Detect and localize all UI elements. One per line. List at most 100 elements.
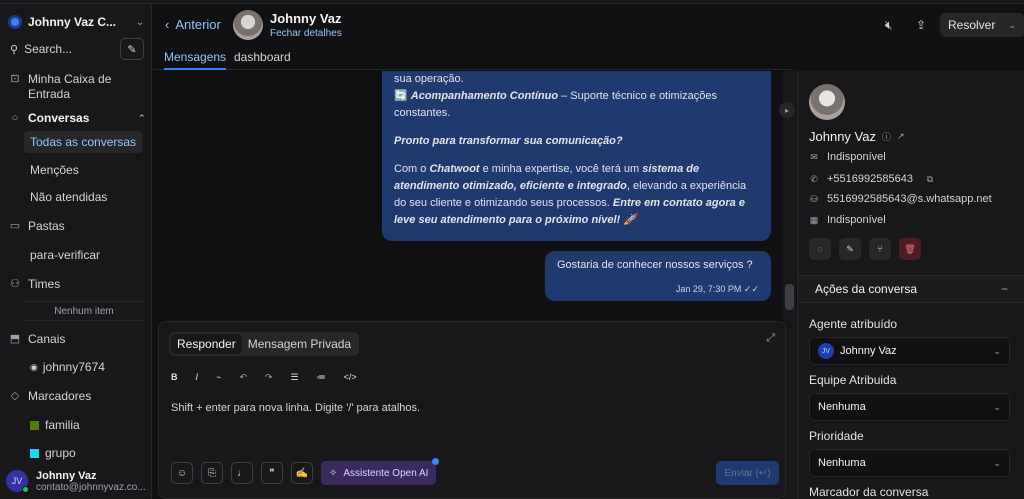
outgoing-message: Gostaria de conhecer nossos serviços ? J… <box>545 251 771 301</box>
message-input[interactable]: Shift + enter para nova linha. Digite '/… <box>171 402 420 414</box>
sidebar-item-label: Conversas <box>28 111 90 125</box>
chat-bubble-icon: ○ <box>11 112 19 124</box>
microphone-icon[interactable]: ♩ <box>231 462 253 484</box>
refresh-emoji: 🔄 <box>394 90 408 102</box>
whatsapp-id-text: 5516992585643@s.whatsapp.net <box>827 193 992 205</box>
sidebar-item-channel-johnny7674[interactable]: ◉ johnny7674 <box>24 356 111 378</box>
resolve-button[interactable]: Resolver ⌄ <box>940 13 1024 37</box>
priority-select[interactable]: Nenhuma ⌄ <box>809 449 1010 477</box>
close-details-link[interactable]: Fechar detalhes <box>270 28 342 39</box>
delete-contact-icon[interactable]: 🗑︎ <box>899 238 921 260</box>
sidebar-item-label: Não atendidas <box>30 190 108 204</box>
compose-button[interactable]: ✎ <box>120 38 144 60</box>
send-button[interactable]: Enviar (↵) <box>716 461 779 485</box>
reply-composer: Responder Mensagem Privada ⤢ B I ⌁ ↶ ↷ ☰… <box>158 321 786 499</box>
back-label: Anterior <box>175 17 221 32</box>
message-text: Com o Chatwoot e minha expertise, você t… <box>394 161 759 229</box>
conversation-actions-header[interactable]: Ações da conversa − <box>798 275 1024 303</box>
mail-icon: ✉ <box>810 151 818 162</box>
sidebar-item-all-conversations[interactable]: Todas as conversas <box>24 131 143 153</box>
undo-icon[interactable]: ↶ <box>239 372 247 383</box>
merge-contact-icon[interactable]: ⑂ <box>869 238 891 260</box>
users-icon: ⚇ <box>10 278 20 290</box>
conversation-tabs: Mensagens dashboard <box>153 46 793 70</box>
chevron-right-icon: ▸ <box>784 105 789 115</box>
chevron-down-icon: ⌄ <box>1008 19 1016 30</box>
search-box[interactable]: ⚲ <box>6 38 114 60</box>
share-icon[interactable]: ⇪ <box>916 18 926 32</box>
workspace-switcher[interactable]: Johnny Vaz C... ⌄ <box>8 12 144 32</box>
private-note-mode-button[interactable]: Mensagem Privada <box>242 334 357 354</box>
sidebar-item-label-grupo[interactable]: grupo <box>24 442 82 464</box>
id-icon: ⛁ <box>810 193 818 204</box>
message-timestamp: Jan 29, 7:30 PM <box>675 284 742 294</box>
code-block-icon[interactable]: </> <box>344 372 357 383</box>
message-bold: Acompanhamento Contínuo <box>410 90 559 102</box>
resolve-label: Resolver <box>948 18 996 32</box>
contact-whatsapp-id: ⛁ 5516992585643@s.whatsapp.net <box>809 193 992 205</box>
back-button[interactable]: ‹ Anterior <box>165 17 221 32</box>
formatting-toolbar: B I ⌁ ↶ ↷ ☰ ≔ </> <box>171 372 357 383</box>
contact-panel: Johnny Vaz ⓘ ↗ ✉ Indisponível ✆ +551699258… <box>797 71 1024 499</box>
select-value: Nenhuma <box>818 457 866 469</box>
external-link-icon[interactable]: ↗ <box>897 131 905 142</box>
sidebar-item-folders[interactable]: ▭ Pastas <box>8 219 65 234</box>
assigned-team-select[interactable]: Nenhuma ⌄ <box>809 393 1010 421</box>
workspace-name: Johnny Vaz C... <box>28 15 117 29</box>
expand-icon[interactable]: ⤢ <box>766 332 775 345</box>
sidebar-item-label-familia[interactable]: familia <box>24 414 86 436</box>
edit-contact-icon[interactable]: ✎ <box>839 238 861 260</box>
message-list: sua operação. 🔄 Acompanhamento Contínuo … <box>153 71 781 321</box>
assigned-agent-select[interactable]: JV Johnny Vaz ⌄ <box>809 337 1010 365</box>
message-text: 🔄 Acompanhamento Contínuo – Suporte técn… <box>394 88 759 122</box>
message-bold: Chatwoot <box>429 163 480 175</box>
tab-messages[interactable]: Mensagens <box>164 50 227 70</box>
current-user-menu[interactable]: JV Johnny Vaz contato@johnnyvaz.co... <box>6 466 150 496</box>
info-icon[interactable]: ⓘ <box>882 130 891 143</box>
bold-icon[interactable]: B <box>171 372 178 383</box>
sidebar-item-folder-para-verificar[interactable]: para-verificar <box>24 244 106 266</box>
contact-panel-name-row: Johnny Vaz ⓘ ↗ <box>809 129 905 144</box>
user-email: contato@johnnyvaz.co... <box>36 481 146 493</box>
code-icon[interactable]: ⌁ <box>216 372 221 383</box>
assigned-agent-label: Agente atribuído <box>809 317 898 331</box>
quote-icon[interactable]: ❞ <box>261 462 283 484</box>
teams-empty-state: Nenhum item <box>24 301 144 321</box>
sidebar-item-mentions[interactable]: Menções <box>24 159 85 181</box>
chevron-down-icon: ⌄ <box>993 401 1001 412</box>
sidebar-item-teams[interactable]: ⚇ Times <box>8 277 60 292</box>
sidebar-item-inbox[interactable]: ⊡ Minha Caixa de Entrada <box>8 72 138 102</box>
whatsapp-icon: ◉ <box>30 361 38 372</box>
tag-icon: ◇ <box>10 390 20 402</box>
message-text: Pronto para transformar sua comunicação? <box>394 133 759 150</box>
search-input[interactable] <box>24 42 105 56</box>
online-status-dot <box>22 486 29 493</box>
bullet-list-icon[interactable]: ☰ <box>291 372 299 383</box>
reply-mode-toggle: Responder Mensagem Privada <box>169 332 360 356</box>
attachment-icon[interactable]: ⎘ <box>201 462 223 484</box>
inbox-icon: ⊡ <box>10 73 20 85</box>
sidebar-item-label: Canais <box>28 332 66 346</box>
mute-icon[interactable]: 🔇︎ <box>885 18 893 33</box>
sidebar-item-unattended[interactable]: Não atendidas <box>24 186 113 208</box>
tab-dashboard[interactable]: dashboard <box>234 50 291 70</box>
sidebar-item-conversations[interactable]: ○ Conversas ⌃ <box>8 111 146 126</box>
building-icon: ▦ <box>809 214 819 225</box>
openai-assistant-button[interactable]: ✧ Assistente Open AI <box>321 458 440 485</box>
chevron-down-icon: ⌄ <box>993 345 1001 356</box>
scrollbar-thumb[interactable] <box>785 284 794 310</box>
new-message-icon[interactable]: ◌ <box>809 238 831 260</box>
toggle-panel-button[interactable]: ▸ <box>779 102 795 118</box>
pencil-icon: ✎ <box>127 43 137 56</box>
notification-dot <box>432 458 440 465</box>
agent-avatar: JV <box>818 343 834 359</box>
sidebar-item-channels[interactable]: ⬒ Canais <box>8 332 66 347</box>
numbered-list-icon[interactable]: ≔ <box>317 372 326 383</box>
copy-icon[interactable]: ⧉ <box>925 174 935 185</box>
sidebar-item-labels[interactable]: ◇ Marcadores <box>8 389 92 404</box>
reply-mode-button[interactable]: Responder <box>171 334 242 354</box>
signature-icon[interactable]: ✍ <box>291 462 313 484</box>
italic-icon[interactable]: I <box>196 372 199 383</box>
redo-icon[interactable]: ↷ <box>265 372 273 383</box>
emoji-icon[interactable]: ☺ <box>171 462 193 484</box>
